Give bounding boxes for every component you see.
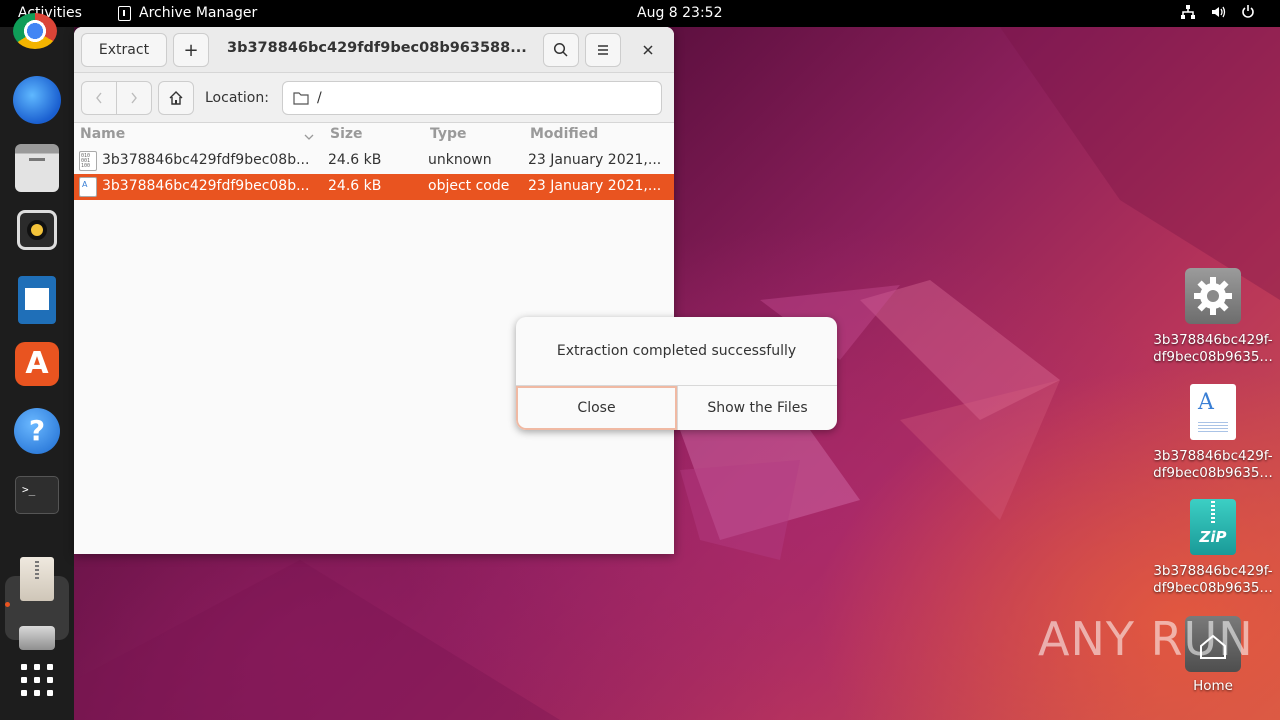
folder-icon [293,92,309,105]
hamburger-icon [598,45,608,55]
row-size: 24.6 kB [328,178,382,194]
extraction-complete-dialog: Extraction completed successfully Close … [516,317,837,430]
column-type[interactable]: Type [430,126,467,142]
binary-file-icon: 010 001 100 [79,151,97,171]
row-type: object code [428,178,510,194]
sort-chevron-down-icon [304,129,314,145]
menu-button[interactable] [585,33,621,67]
column-name[interactable]: Name [80,126,125,142]
dialog-message: Extraction completed successfully [556,343,797,359]
terminal-icon[interactable]: >_ [15,476,59,514]
table-row[interactable]: 010 001 100 3b378846bc429fdf9bec08b... 24.… [74,148,674,174]
location-field[interactable]: / [282,81,662,115]
archive-manager-window: Extract + 3b378846bc429fdf9bec08b963588.… [74,27,674,554]
show-files-button[interactable]: Show the Files [677,386,837,430]
home-button[interactable] [158,81,194,115]
document-file-icon: A [79,177,97,197]
desktop-icon-label: 3b378846bc429f-df9bec08b9635… [1153,332,1273,365]
row-size: 24.6 kB [328,152,382,168]
table-row[interactable]: A 3b378846bc429fdf9bec08b... 24.6 kB obj… [74,174,674,200]
desktop-icon-label: 3b378846bc429f-df9bec08b9635… [1153,448,1273,481]
desktop-icon-document[interactable]: A 3b378846bc429f-df9bec08b9635… [1148,384,1278,494]
home-icon [169,91,183,105]
desktop-icon-executable[interactable]: 3b378846bc429f-df9bec08b9635… [1148,268,1278,378]
chevron-right-icon [131,92,137,104]
desktop-icon-label: 3b378846bc429f-df9bec08b9635… [1153,563,1273,596]
column-size[interactable]: Size [330,126,363,142]
close-icon [643,45,653,55]
location-value: / [317,90,322,106]
row-modified: 23 January 2021,... [528,178,662,194]
gear-icon [1185,268,1241,324]
dock: A ? >_ [0,13,74,720]
search-button[interactable] [543,33,579,67]
chevron-left-icon [96,92,102,104]
row-type: unknown [428,152,492,168]
app-menu-label: Archive Manager [139,5,258,21]
watermark: ANY RUN [1038,612,1254,666]
location-label: Location: [205,90,269,106]
table-header: Name Size Type Modified [74,123,674,147]
writer-icon[interactable] [18,276,56,324]
zip-icon: ZiP [1190,499,1236,555]
clock[interactable]: Aug 8 23:52 [637,5,723,21]
back-button[interactable] [81,81,117,115]
app-center-icon[interactable]: A [15,342,59,386]
chrome-icon[interactable] [13,13,57,49]
header-bar: Extract + 3b378846bc429fdf9bec08b963588.… [74,27,674,73]
row-name: 3b378846bc429fdf9bec08b... [102,178,310,194]
system-tray[interactable] [1180,4,1256,20]
running-indicator [5,602,10,607]
archive-manager-icon[interactable] [20,557,54,601]
close-window-button[interactable] [638,40,658,60]
power-icon [1240,4,1256,20]
drive-icon[interactable] [19,626,55,650]
thunderbird-icon[interactable] [13,76,61,124]
location-bar: Location: / [74,73,674,123]
help-icon[interactable]: ? [14,408,60,454]
search-icon [553,42,568,57]
forward-button[interactable] [116,81,152,115]
row-name: 3b378846bc429fdf9bec08b... [102,152,310,168]
network-icon [1180,4,1196,20]
close-button[interactable]: Close [516,386,677,430]
rhythmbox-icon[interactable] [17,210,57,250]
desktop-icon-label: Home [1193,678,1233,694]
document-icon: A [1190,384,1236,440]
files-icon[interactable] [15,144,59,192]
show-apps-icon[interactable] [19,662,55,698]
add-files-button[interactable]: + [173,33,209,67]
volume-icon [1210,4,1226,20]
app-menu[interactable]: Archive Manager [118,5,257,21]
top-bar: Activities Archive Manager Aug 8 23:52 [0,0,1280,27]
extract-button[interactable]: Extract [81,33,167,67]
column-modified[interactable]: Modified [530,126,598,142]
window-title: 3b378846bc429fdf9bec08b963588... [227,40,527,56]
desktop-icon-zip[interactable]: ZiP 3b378846bc429f-df9bec08b9635… [1148,499,1278,609]
row-modified: 23 January 2021,... [528,152,662,168]
archive-manager-small-icon [118,5,131,21]
